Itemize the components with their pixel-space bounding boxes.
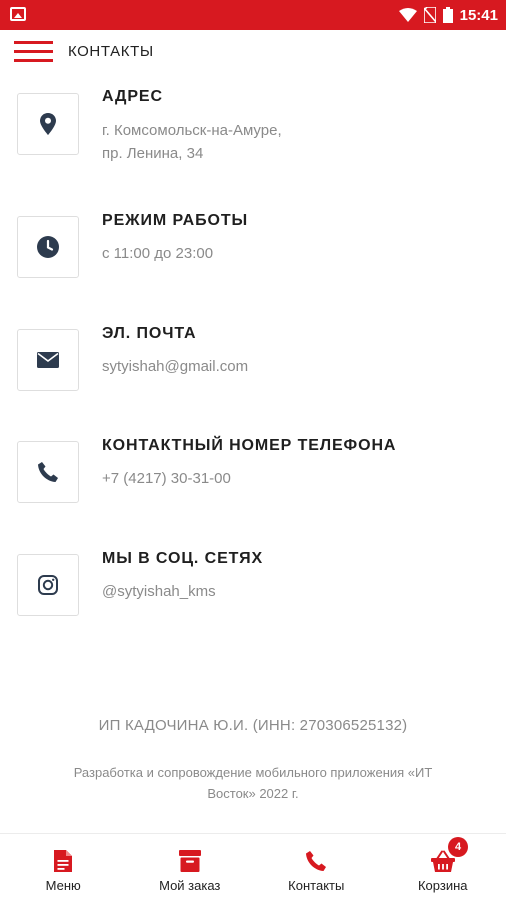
contact-label: КОНТАКТНЫЙ НОМЕР ТЕЛЕФОНА bbox=[102, 437, 397, 454]
developer-credit-line: Восток» 2022 г. bbox=[207, 786, 299, 801]
developer-credit: Разработка и сопровождение мобильного пр… bbox=[30, 762, 476, 804]
contact-label: РЕЖИМ РАБОТЫ bbox=[102, 212, 249, 229]
cart-count-badge: 4 bbox=[448, 837, 468, 857]
social-icon-box bbox=[17, 554, 79, 616]
nav-label: Мой заказ bbox=[159, 878, 221, 893]
document-icon bbox=[54, 850, 73, 872]
instagram-icon bbox=[38, 575, 58, 595]
contact-label: ЭЛ. ПОЧТА bbox=[102, 325, 197, 342]
nav-label: Меню bbox=[45, 878, 81, 893]
contact-label: МЫ В СОЦ. СЕТЯХ bbox=[102, 550, 264, 567]
contact-value[interactable]: sytyishah@gmail.com bbox=[102, 355, 248, 378]
contact-value[interactable]: @sytyishah_kms bbox=[102, 580, 216, 603]
contact-value: г. Комсомольск-на-Амуре, bbox=[102, 122, 282, 139]
nav-item-cart[interactable]: Корзина bbox=[380, 834, 506, 900]
address-icon-box bbox=[17, 93, 79, 155]
contact-value: с 11:00 до 23:00 bbox=[102, 245, 214, 262]
hours-icon-box bbox=[17, 216, 79, 278]
status-bar: 15:41 bbox=[0, 0, 506, 30]
email-icon-box bbox=[17, 329, 79, 391]
archive-box-icon bbox=[178, 850, 201, 872]
app-bar: КОНТАКТЫ bbox=[0, 30, 506, 74]
clock-time: 15:41 bbox=[459, 6, 498, 24]
nav-label: Корзина bbox=[417, 878, 468, 893]
phone-icon bbox=[306, 851, 327, 871]
contact-label: АДРЕС bbox=[102, 88, 163, 105]
nav-item-contacts[interactable]: Контакты bbox=[253, 834, 380, 900]
nav-label: Контакты bbox=[288, 878, 345, 893]
page-title: КОНТАКТЫ bbox=[68, 43, 154, 60]
image-notification-icon bbox=[10, 7, 26, 21]
developer-credit-line: Разработка и сопровождение мобильного пр… bbox=[73, 765, 433, 780]
no-sim-icon bbox=[423, 7, 436, 23]
contact-value[interactable]: +7 (4217) 30-31-00 bbox=[102, 467, 231, 490]
envelope-icon bbox=[37, 352, 59, 368]
map-marker-icon bbox=[40, 113, 56, 135]
company-info: ИП КАДОЧИНА Ю.И. (ИНН: 270306525132) bbox=[98, 717, 408, 734]
phone-icon-box bbox=[17, 441, 79, 503]
phone-icon bbox=[38, 462, 58, 482]
battery-icon bbox=[442, 7, 453, 23]
nav-item-my-order[interactable]: Мой заказ bbox=[127, 834, 254, 900]
nav-item-menu[interactable]: Меню bbox=[0, 834, 127, 900]
wifi-icon bbox=[398, 8, 417, 22]
menu-hamburger-icon[interactable] bbox=[14, 41, 53, 63]
contact-value: пр. Ленина, 34 bbox=[102, 145, 204, 162]
clock-icon bbox=[37, 236, 59, 258]
bottom-navigation: Меню Мой заказ Контакты Корзина bbox=[0, 833, 506, 900]
